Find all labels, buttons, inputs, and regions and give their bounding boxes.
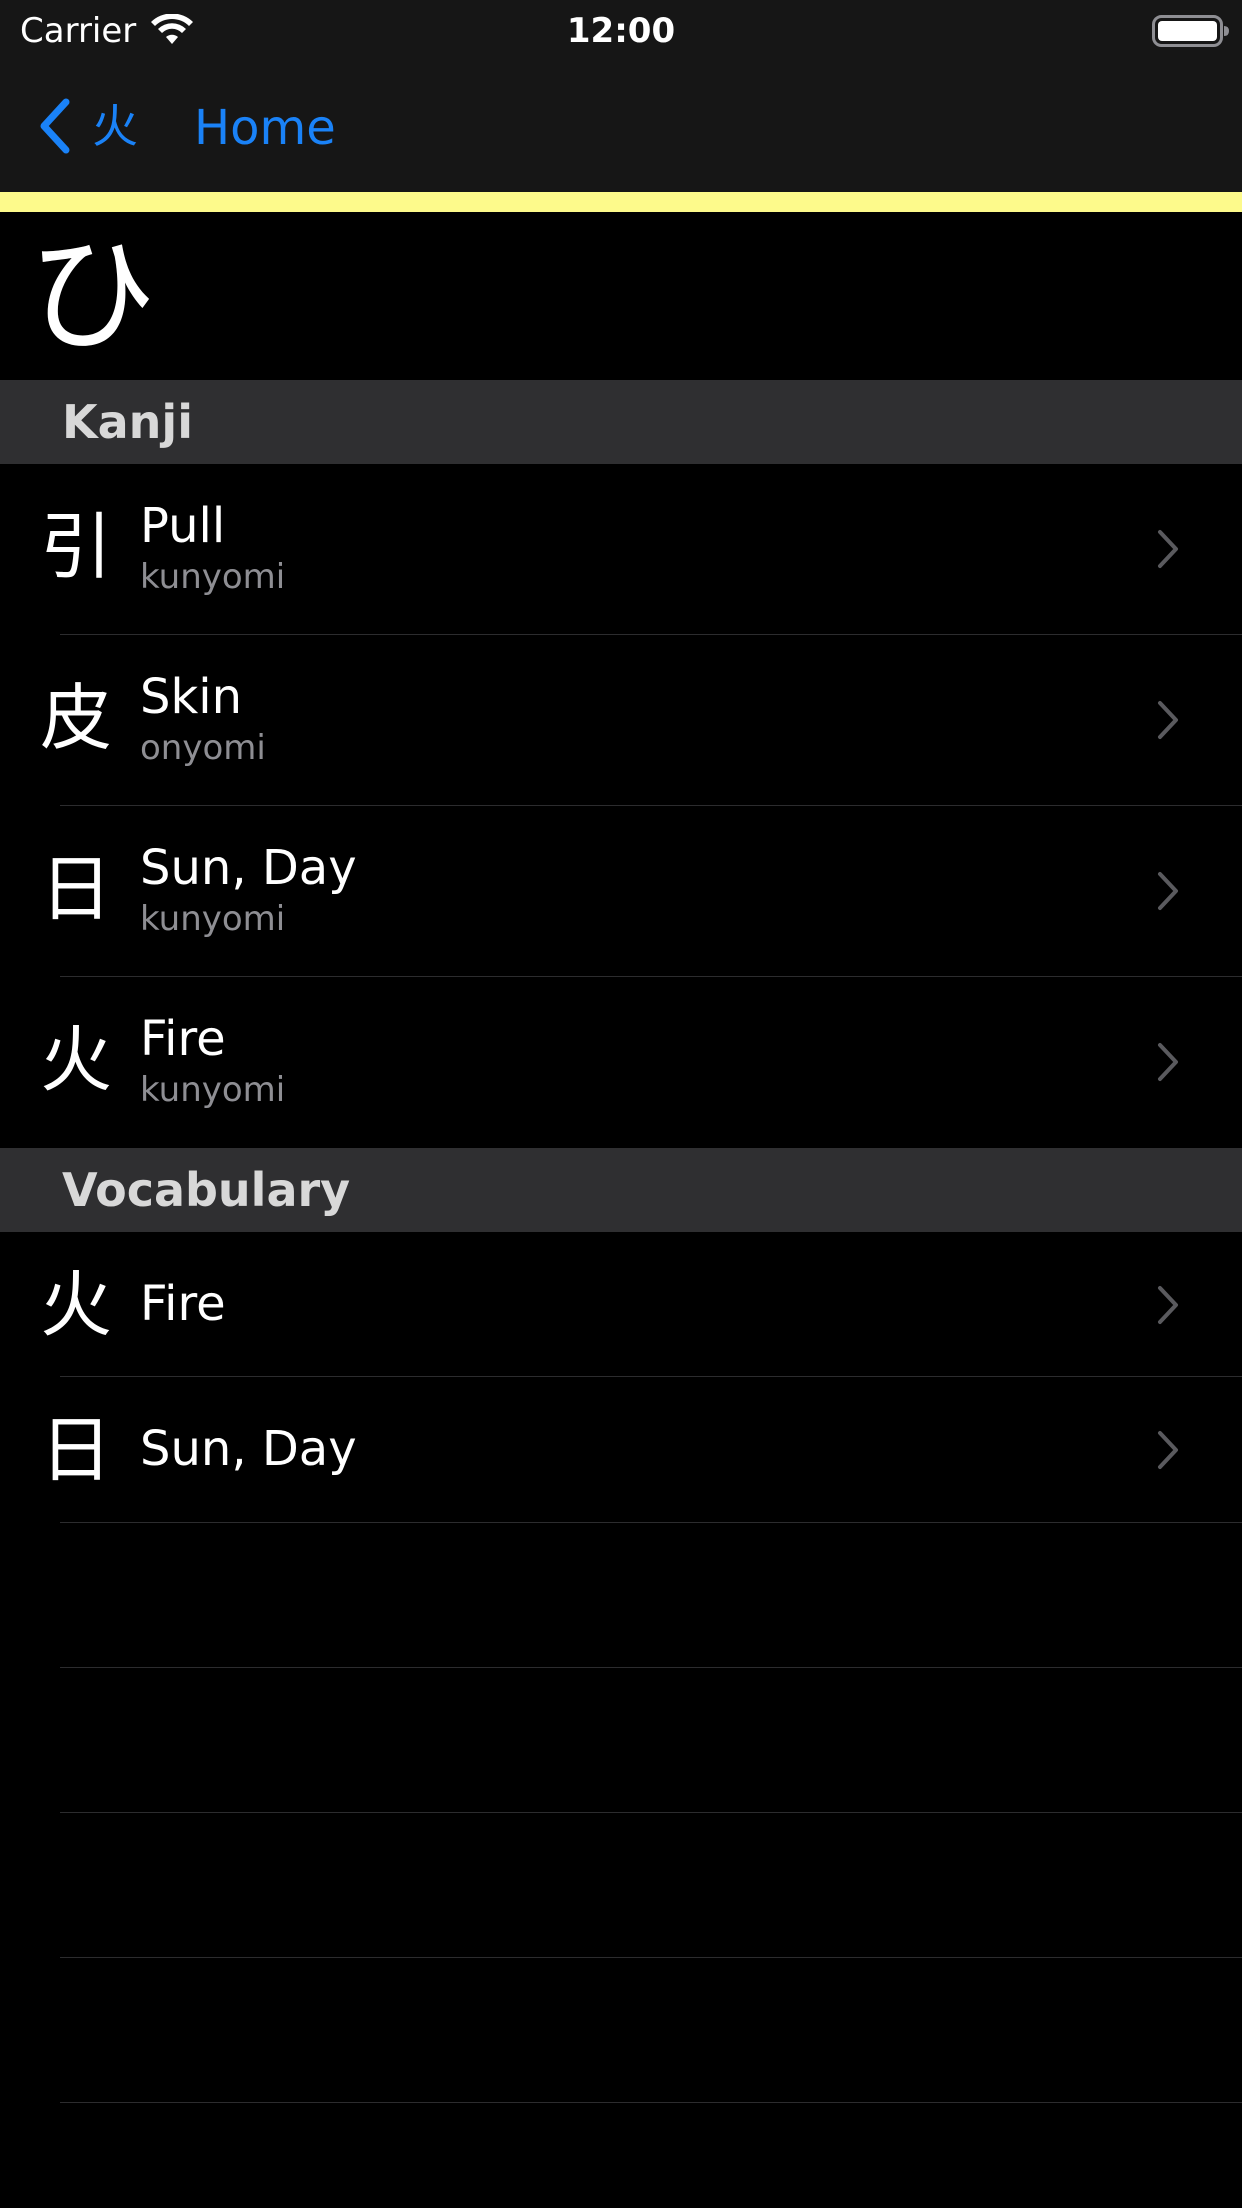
kanji-meaning: Sun, Day [140,840,357,896]
chevron-right-icon [1158,1286,1178,1324]
kanji-row-pull[interactable]: 引 Pull kunyomi [0,464,1242,635]
section-title-vocabulary: Vocabulary [62,1163,351,1217]
home-link[interactable]: Home [194,98,336,158]
level-color-strip [0,192,1242,212]
kanji-reading: kunyomi [140,1070,286,1110]
chevron-right-icon [1158,1043,1178,1081]
kanji-row-skin[interactable]: 皮 Skin onyomi [0,635,1242,806]
empty-row-separator [60,1957,1242,1958]
kanji-reading: kunyomi [140,557,286,597]
section-title-kanji: Kanji [62,395,193,449]
kanji-reading: kunyomi [140,899,286,939]
kanji-row-sun-day[interactable]: 日 Sun, Day kunyomi [0,806,1242,977]
back-button[interactable]: 火 [34,90,138,162]
navigation-bar: 火 Home [0,62,1242,192]
chevron-right-icon [1158,530,1178,568]
kanji-character: 火 [39,1018,112,1102]
kanji-list: 引 Pull kunyomi 皮 Skin onyomi 日 Sun, Day … [0,464,1242,1148]
vocabulary-list: 火 Fire 日 Sun, Day [0,1232,1242,1522]
kanji-meaning: Fire [140,1011,226,1067]
kanji-reading: onyomi [140,728,266,768]
chevron-right-icon [1158,1431,1178,1469]
kanji-meaning: Skin [140,669,243,725]
back-button-label: 火 [92,99,138,153]
kanji-meaning: Pull [140,498,226,554]
vocabulary-row-sun-day[interactable]: 日 Sun, Day [0,1377,1242,1522]
kanji-character: 日 [39,847,112,931]
chevron-left-icon [40,98,70,154]
empty-row-separator [60,1522,1242,1523]
clock: 12:00 [566,11,676,51]
hero-character: ひ [28,221,157,370]
chevron-right-icon [1158,872,1178,910]
empty-row-separator [60,2102,1242,2103]
section-header-vocabulary: Vocabulary [0,1148,1242,1232]
chevron-right-icon [1158,701,1178,739]
status-bar: Carrier 12:00 [0,0,1242,62]
vocabulary-meaning: Sun, Day [140,1421,357,1477]
kanji-row-fire[interactable]: 火 Fire kunyomi [0,977,1242,1148]
section-header-kanji: Kanji [0,380,1242,464]
empty-row-separator [60,1812,1242,1813]
vocabulary-character: 火 [39,1263,112,1347]
hero-header: ひ [0,212,1242,380]
vocabulary-character: 日 [39,1408,112,1492]
kanji-character: 引 [39,505,112,589]
empty-row-separator [60,1667,1242,1668]
vocabulary-meaning: Fire [140,1276,226,1332]
vocabulary-row-fire[interactable]: 火 Fire [0,1232,1242,1377]
kanji-character: 皮 [39,676,112,760]
battery-icon [1152,15,1229,47]
